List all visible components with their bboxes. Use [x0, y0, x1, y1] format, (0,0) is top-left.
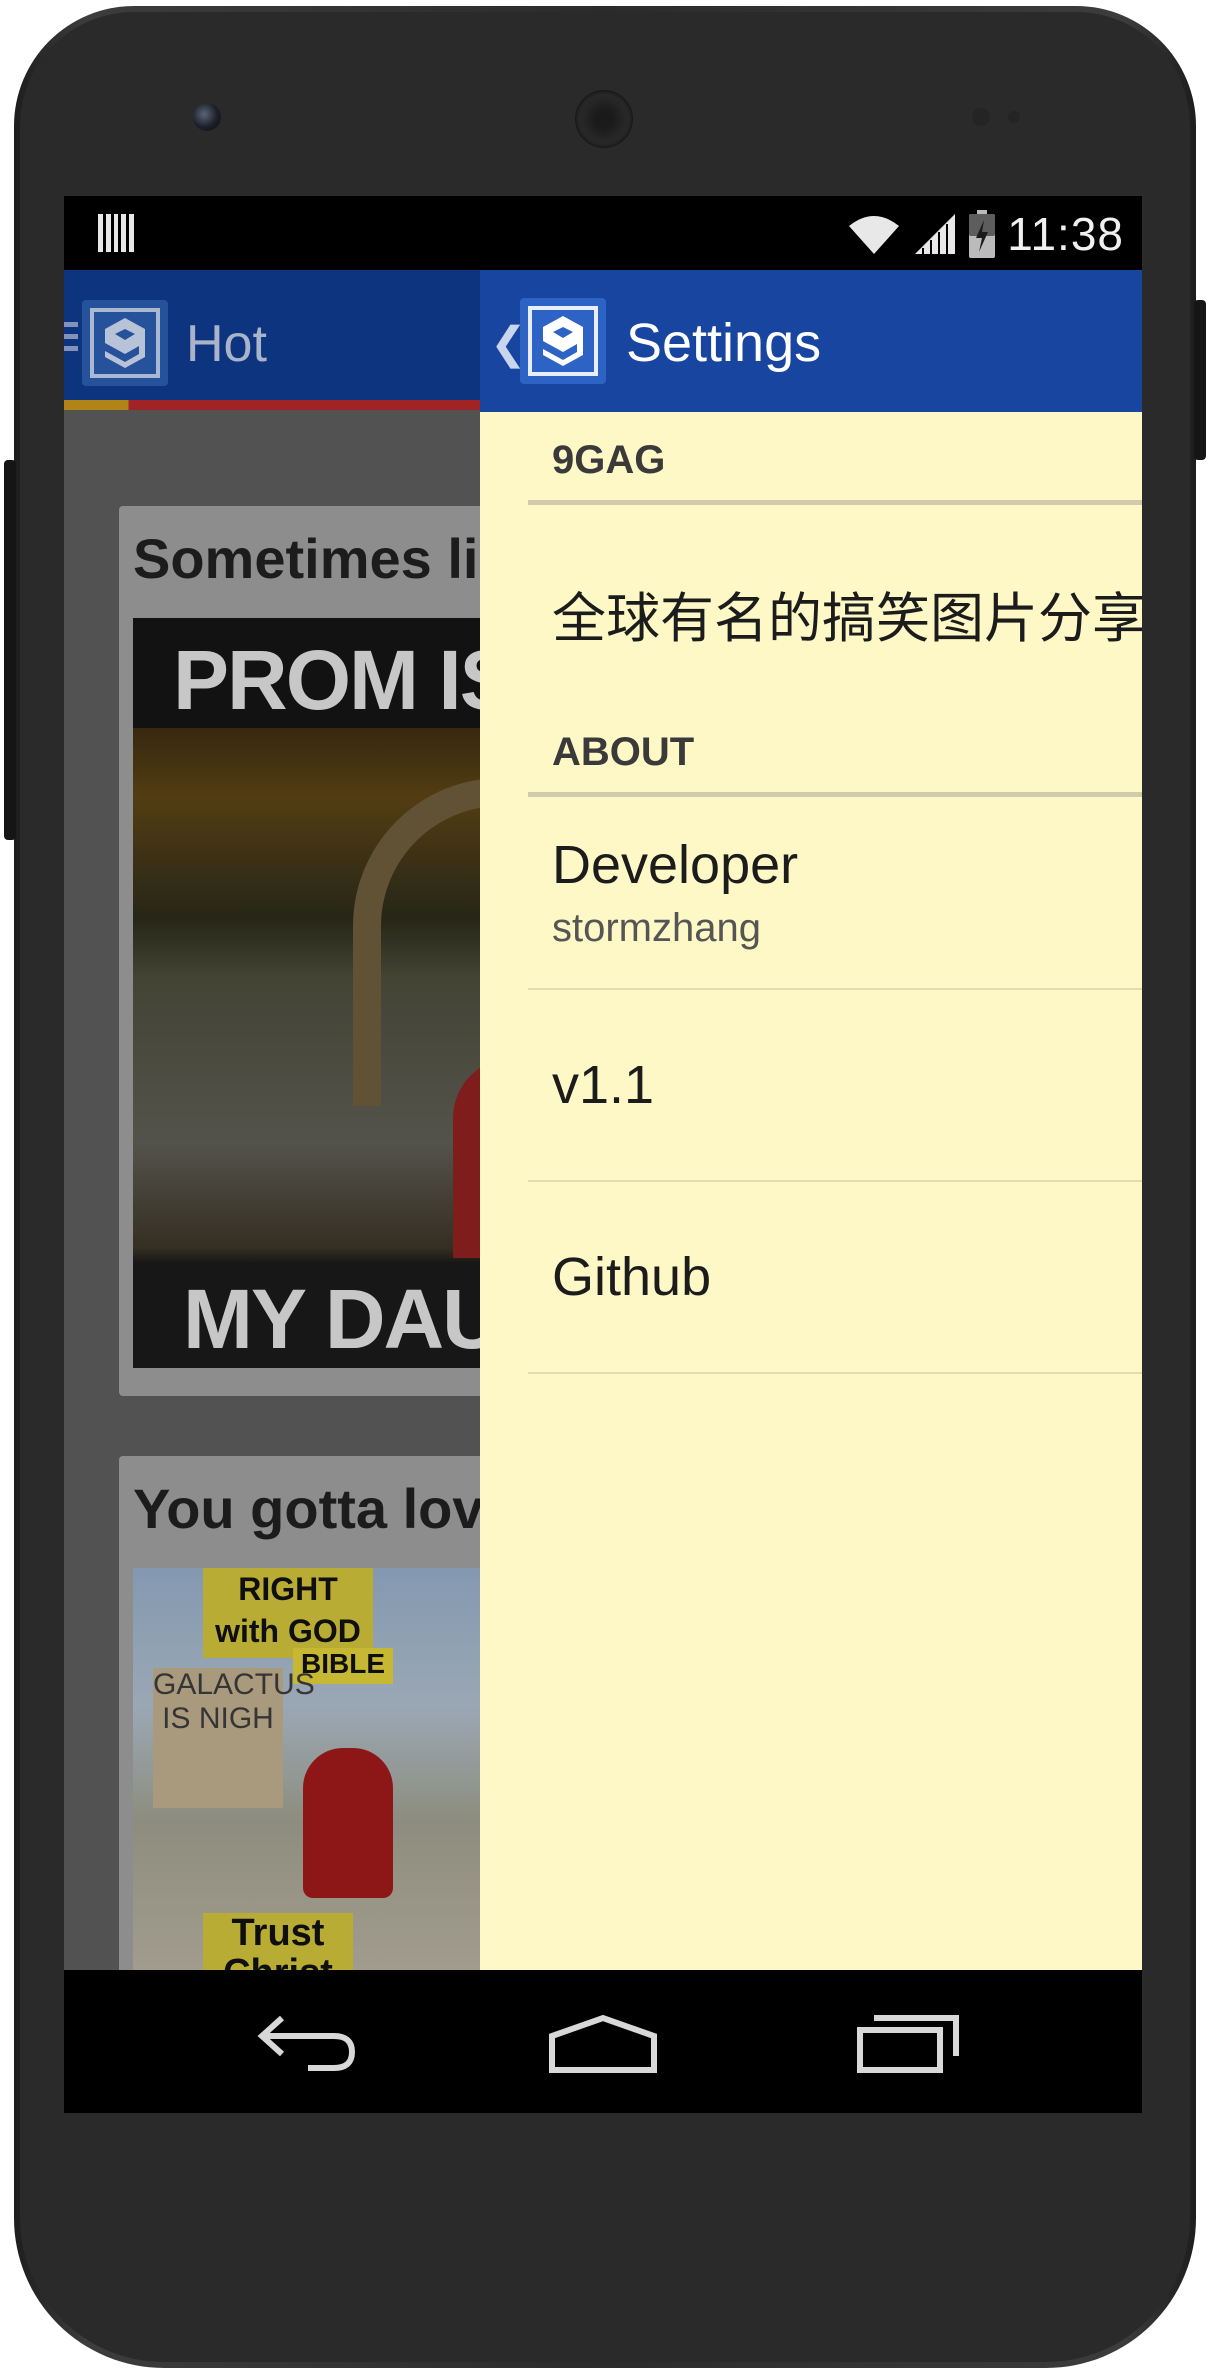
drawer-scrim[interactable]: [64, 270, 480, 1970]
developer-label: Developer: [552, 835, 799, 895]
navigation-bar: [64, 1970, 1142, 2113]
app-logo-icon[interactable]: [520, 298, 606, 384]
light-sensor: [1008, 111, 1020, 123]
settings-title: Settings: [626, 313, 822, 373]
developer-item[interactable]: Developer stormzhang: [480, 800, 1142, 990]
section-header-about: ABOUT: [552, 730, 695, 774]
settings-drawer: ❮ Settings 9GAG 全球有名的搞笑图片分享 ABOUT Develo…: [480, 270, 1142, 1970]
device-screen: 11:38 Hot Sometimes li PROM IS MY DAUG Y…: [64, 196, 1142, 2113]
section-divider: [528, 792, 1142, 797]
volume-button: [4, 460, 16, 840]
notification-icon: [98, 214, 134, 252]
developer-name: stormzhang: [552, 906, 761, 950]
front-camera: [193, 103, 221, 131]
recent-apps-icon[interactable]: [854, 2000, 964, 2080]
version-item[interactable]: v1.1: [480, 990, 1142, 1180]
status-clock: 11:38: [1007, 208, 1124, 260]
section-divider: [528, 500, 1142, 505]
earpiece-speaker: [575, 90, 633, 148]
proximity-sensor: [972, 108, 990, 126]
home-icon[interactable]: [548, 2000, 658, 2080]
status-bar: 11:38: [64, 196, 1142, 270]
section-header-9gag: 9GAG: [552, 438, 666, 482]
battery-icon: [969, 210, 996, 258]
wifi-icon: [849, 216, 900, 254]
settings-app-bar: ❮ Settings: [480, 270, 1142, 412]
row-divider: [528, 1372, 1142, 1374]
power-button: [1194, 300, 1206, 460]
back-icon[interactable]: [252, 2000, 362, 2080]
github-item[interactable]: Github: [480, 1182, 1142, 1372]
description-item[interactable]: 全球有名的搞笑图片分享: [552, 574, 1142, 653]
github-label: Github: [552, 1247, 712, 1307]
version-label: v1.1: [552, 1055, 655, 1115]
signal-icon: [915, 214, 956, 254]
